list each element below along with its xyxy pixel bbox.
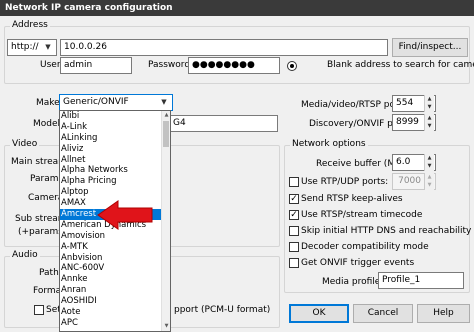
discovery-port-stepper[interactable]: ▲ ▼ [424, 114, 434, 131]
network-options-title: Network options [290, 139, 368, 149]
media-port-label: Media/video/RTSP port [301, 100, 403, 110]
send-rtsp-keepalives-label: Send RTSP keep-alives [301, 194, 403, 204]
list-item[interactable]: Alpha Networks [60, 165, 170, 176]
list-item[interactable]: Alpha Pricing [60, 176, 170, 187]
red-arrow-icon [97, 200, 153, 230]
list-item[interactable]: A-Link [60, 122, 170, 133]
cancel-button[interactable]: Cancel [353, 304, 413, 323]
ok-button[interactable]: OK [289, 304, 349, 323]
user-label: User [40, 60, 61, 70]
chevron-down-icon: ▼ [161, 98, 167, 106]
window-title: Network IP camera configuration [0, 0, 474, 16]
skip-http-dns-checkbox[interactable] [289, 226, 299, 236]
list-item[interactable]: Aliviz [60, 144, 170, 155]
make-label: Make [36, 98, 60, 108]
scheme-select[interactable]: http:// ▼ [7, 39, 57, 56]
media-port-stepper[interactable]: ▲ ▼ [424, 95, 434, 112]
list-item[interactable]: Alibi [60, 111, 170, 122]
use-rtsp-timecode-label: Use RTSP/stream timecode [301, 210, 423, 220]
list-item[interactable]: APC [60, 318, 170, 329]
list-item[interactable]: Annke [60, 274, 170, 285]
list-item[interactable]: Anran [60, 285, 170, 296]
decoder-compatibility-label: Decoder compatibility mode [301, 242, 429, 252]
chevron-down-icon: ▼ [45, 43, 51, 51]
password-input[interactable]: ●●●●●●●● [188, 57, 280, 74]
scroll-up-icon[interactable]: ▲ [162, 111, 170, 120]
list-item[interactable]: Aote [60, 307, 170, 318]
make-select[interactable]: Generic/ONVIF ▼ [59, 94, 173, 111]
use-rtp-udp-label: Use RTP/UDP ports: [301, 177, 389, 187]
send-rtsp-keepalives-checkbox[interactable]: ✓ [289, 194, 299, 204]
use-rtp-udp-checkbox[interactable] [289, 177, 299, 187]
skip-http-dns-label: Skip initial HTTP DNS and reachability t… [301, 226, 474, 236]
onvif-trigger-events-label: Get ONVIF trigger events [301, 258, 415, 268]
help-button[interactable]: Help [417, 304, 470, 323]
video-group-title: Video [10, 139, 40, 149]
model-label: Model [33, 119, 61, 129]
list-item[interactable]: A-MTK [60, 242, 170, 253]
udp-port-stepper: ▲ ▼ [424, 173, 434, 190]
decoder-compatibility-checkbox[interactable] [289, 242, 299, 252]
list-item[interactable]: Amovision [60, 231, 170, 242]
list-item[interactable]: Allnet [60, 155, 170, 166]
scroll-down-icon[interactable]: ▼ [162, 322, 170, 331]
receive-buffer-stepper[interactable]: ▲ ▼ [424, 154, 434, 171]
find-inspect-button[interactable]: Find/inspect... [392, 38, 468, 57]
media-profile-label: Media profile: [322, 277, 384, 287]
user-input[interactable]: admin [60, 57, 132, 74]
audio-setup-checkbox[interactable] [34, 305, 44, 315]
path-label: Path [39, 268, 59, 278]
host-input[interactable]: 10.0.0.26 [60, 39, 388, 56]
show-password-toggle[interactable] [287, 61, 297, 71]
password-label: Password [148, 60, 191, 70]
audio-group-title: Audio [10, 250, 40, 260]
list-item[interactable]: ANC-600V [60, 263, 170, 274]
list-item[interactable]: ALinking [60, 133, 170, 144]
audio-format-text: pport (PCM-U format) [174, 305, 271, 315]
list-item[interactable]: Alptop [60, 187, 170, 198]
dropdown-scrollbar[interactable]: ▲ ▼ [161, 111, 170, 331]
media-profile-input[interactable]: Profile_1 [378, 272, 464, 289]
model-value: G4 [173, 118, 186, 128]
address-group-title: Address [10, 20, 50, 30]
scheme-value: http:// [11, 42, 39, 52]
scroll-thumb[interactable] [163, 121, 169, 147]
use-rtsp-timecode-checkbox[interactable]: ✓ [289, 210, 299, 220]
list-item[interactable]: AOSHIDI [60, 296, 170, 307]
make-value: Generic/ONVIF [63, 97, 129, 107]
onvif-trigger-events-checkbox[interactable] [289, 258, 299, 268]
list-item[interactable]: Anbvision [60, 253, 170, 264]
model-select[interactable]: G4 [170, 115, 278, 132]
address-hint: Blank address to search for cameras [327, 60, 474, 70]
